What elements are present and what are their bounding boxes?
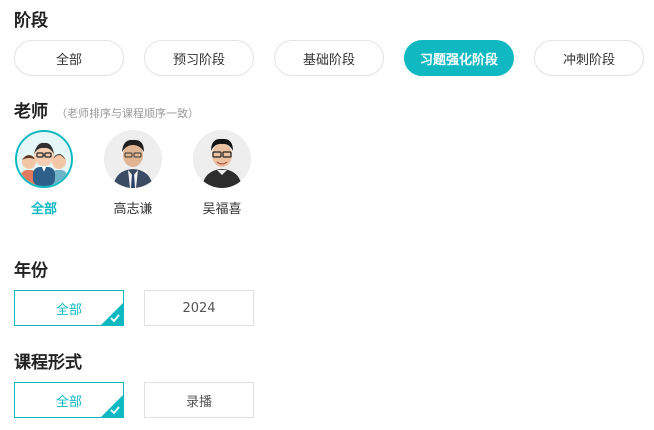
- teacher-name: 高志谦: [113, 202, 153, 217]
- format-option-label: 全部: [55, 394, 82, 410]
- stage-option-label: 基础阶段: [302, 52, 355, 68]
- teacher-order-note: （老师排序与课程顺序一致）: [56, 107, 199, 120]
- teacher-name: 吴福喜: [202, 202, 242, 217]
- stage-option-sprint[interactable]: 冲刺阶段: [534, 40, 644, 76]
- format-option-all[interactable]: 全部: [14, 382, 124, 418]
- stage-option-exercise[interactable]: 习题强化阶段: [404, 40, 514, 76]
- group-avatar-icon: [15, 130, 73, 188]
- check-icon: [101, 395, 123, 417]
- stage-option-label: 预习阶段: [172, 52, 225, 68]
- format-option-label: 录播: [185, 394, 212, 410]
- teacher-photo: [193, 130, 251, 188]
- check-icon: [101, 303, 123, 325]
- year-option-label: 2024: [182, 300, 216, 316]
- year-option-2024[interactable]: 2024: [144, 290, 254, 326]
- stage-option-preview[interactable]: 预习阶段: [144, 40, 254, 76]
- format-title: 课程形式: [14, 353, 82, 373]
- stage-option-basic[interactable]: 基础阶段: [274, 40, 384, 76]
- teacher-item-gao[interactable]: 高志谦: [98, 130, 168, 217]
- teacher-photo: [104, 130, 162, 188]
- stage-option-label: 全部: [55, 52, 82, 68]
- teacher-name: 全部: [30, 202, 57, 217]
- stage-title: 阶段: [14, 11, 48, 31]
- stage-option-label: 习题强化阶段: [419, 52, 498, 68]
- year-title: 年份: [14, 261, 48, 281]
- teacher-title-text: 老师: [14, 102, 48, 122]
- stage-option-label: 冲刺阶段: [562, 52, 615, 68]
- teacher-item-all[interactable]: 全部: [9, 130, 79, 217]
- year-option-label: 全部: [55, 302, 82, 318]
- year-option-all[interactable]: 全部: [14, 290, 124, 326]
- teacher-title: 老师 （老师排序与课程顺序一致）: [14, 102, 199, 124]
- format-option-recorded[interactable]: 录播: [144, 382, 254, 418]
- stage-option-all[interactable]: 全部: [14, 40, 124, 76]
- teacher-item-wu[interactable]: 吴福喜: [187, 130, 257, 217]
